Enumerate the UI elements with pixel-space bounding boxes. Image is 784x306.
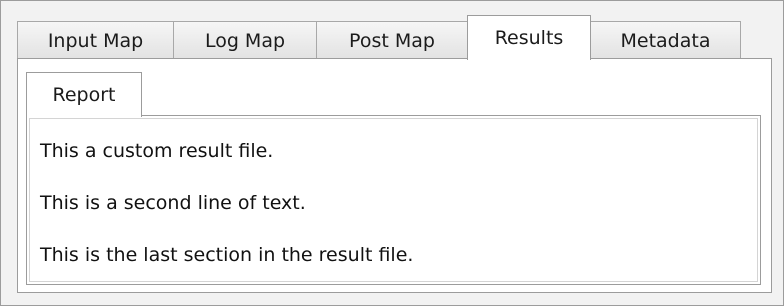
tab-metadata[interactable]: Metadata: [590, 21, 741, 59]
main-tab-bar: Input Map Log Map Post Map Results Metad…: [17, 15, 741, 60]
report-text-area[interactable]: This a custom result file. This is a sec…: [26, 115, 761, 285]
report-content-frame: This a custom result file. This is a sec…: [29, 118, 758, 282]
report-line: This a custom result file.: [40, 140, 274, 162]
tab-results[interactable]: Results: [467, 15, 591, 60]
subtab-report[interactable]: Report: [26, 72, 142, 117]
tab-post-map[interactable]: Post Map: [316, 21, 468, 59]
results-window: Input Map Log Map Post Map Results Metad…: [0, 0, 784, 306]
tab-log-map[interactable]: Log Map: [173, 21, 317, 59]
results-sub-tab-bar: Report: [26, 72, 142, 117]
report-line: This is a second line of text.: [40, 192, 306, 214]
tab-input-map[interactable]: Input Map: [17, 21, 174, 59]
report-line: This is the last section in the result f…: [40, 244, 414, 266]
results-tab-panel: Report This a custom result file. This i…: [17, 58, 772, 293]
